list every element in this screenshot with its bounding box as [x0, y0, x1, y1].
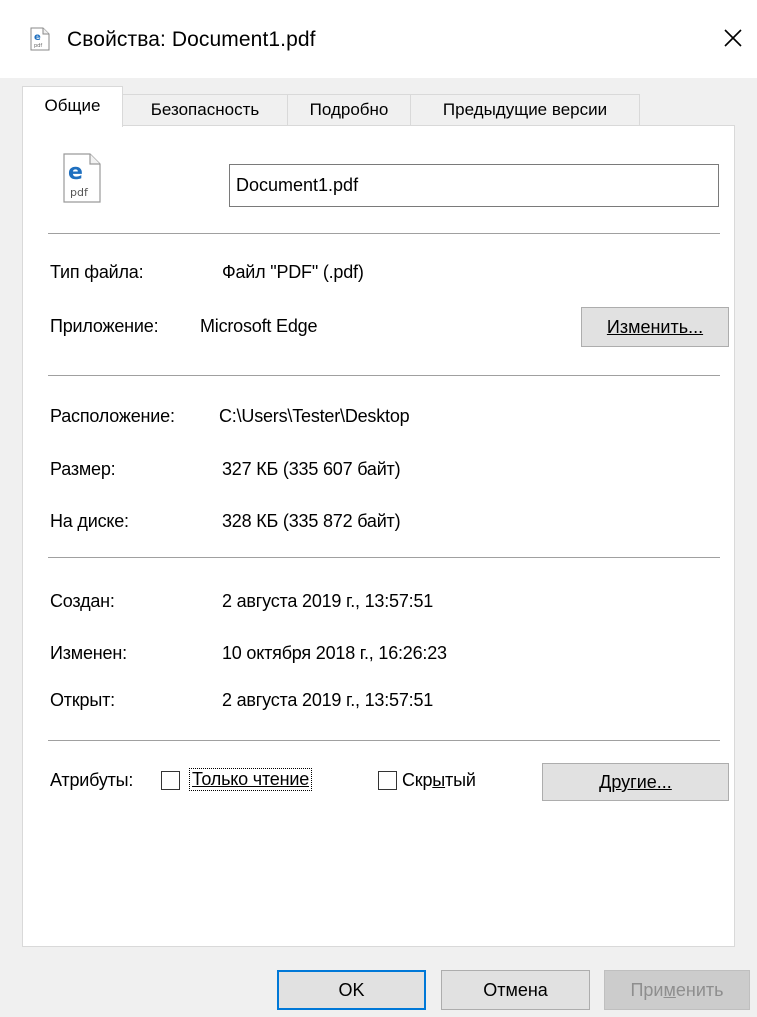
hidden-label[interactable]: Скрытый [402, 770, 476, 791]
pdf-file-icon: e pdf [30, 27, 50, 51]
separator [48, 740, 720, 741]
ext-label: pdf [70, 186, 89, 199]
app-label: Приложение: [50, 316, 159, 336]
close-icon[interactable] [710, 20, 756, 60]
attributes-label: Атрибуты: [50, 770, 134, 790]
modified-label: Изменен: [50, 643, 127, 663]
edge-badge: e [68, 160, 83, 185]
size-value: 327 КБ (335 607 байт) [222, 459, 401, 479]
file-type-value: Файл "PDF" (.pdf) [222, 262, 364, 282]
readonly-checkbox[interactable] [161, 771, 180, 790]
svg-text:e: e [34, 32, 41, 43]
tab-security[interactable]: Безопасность [122, 94, 288, 126]
opened-value: 2 августа 2019 г., 13:57:51 [222, 690, 434, 710]
separator [48, 557, 720, 558]
location-label: Расположение: [50, 406, 175, 426]
separator [48, 233, 720, 234]
file-type-label: Тип файла: [50, 262, 144, 282]
filename-input[interactable] [229, 164, 719, 207]
app-value: Microsoft Edge [200, 316, 318, 336]
disk-size-label: На диске: [50, 511, 129, 531]
tab-details[interactable]: Подробно [287, 94, 411, 126]
window-title: Свойства: Document1.pdf [67, 28, 316, 51]
opened-label: Открыт: [50, 690, 115, 710]
disk-size-value: 328 КБ (335 872 байт) [222, 511, 401, 531]
change-app-button[interactable]: Изменить... [581, 307, 729, 347]
modified-value: 10 октября 2018 г., 16:26:23 [222, 643, 447, 663]
pdf-document-icon: e pdf [63, 153, 101, 203]
created-value: 2 августа 2019 г., 13:57:51 [222, 591, 434, 611]
general-panel [22, 125, 735, 947]
hidden-checkbox[interactable] [378, 771, 397, 790]
other-attributes-button[interactable]: Другие... [542, 763, 729, 801]
title-bar: e pdf Свойства: Document1.pdf [0, 0, 757, 78]
tab-previous-versions[interactable]: Предыдущие версии [410, 94, 640, 126]
created-label: Создан: [50, 591, 115, 611]
ok-button[interactable]: OK [277, 970, 426, 1010]
apply-button: Применить [604, 970, 750, 1010]
cancel-button[interactable]: Отмена [441, 970, 590, 1010]
location-value: C:\Users\Tester\Desktop [219, 406, 410, 426]
readonly-label[interactable]: Только чтение [189, 768, 313, 791]
separator [48, 375, 720, 376]
size-label: Размер: [50, 459, 116, 479]
tab-general[interactable]: Общие [22, 86, 123, 127]
svg-text:pdf: pdf [34, 43, 42, 49]
